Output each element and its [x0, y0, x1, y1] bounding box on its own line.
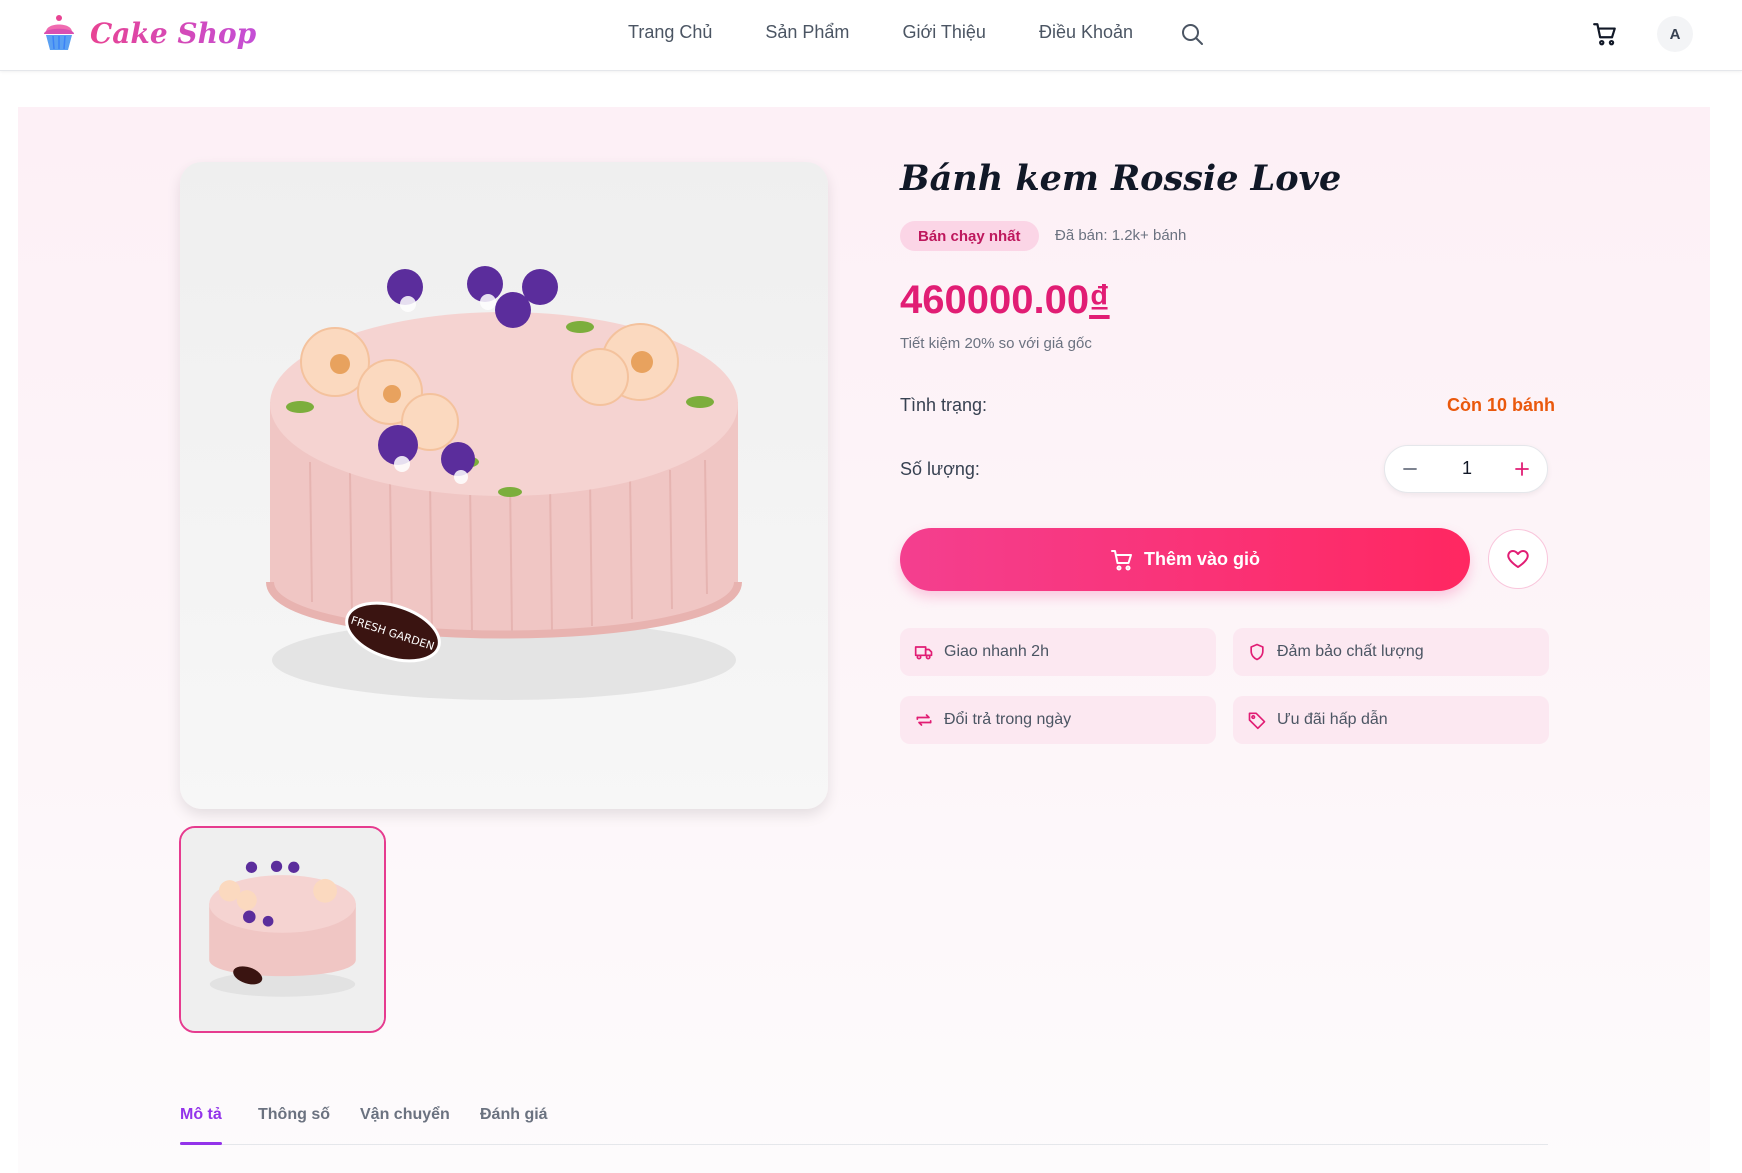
truck-icon: [914, 646, 933, 660]
feature-fast-delivery: Giao nhanh 2h: [900, 628, 1216, 676]
avatar-initial: A: [1669, 25, 1681, 43]
stock-status-value: Còn 10 bánh: [1447, 395, 1556, 415]
quantity-decrease-button[interactable]: [1395, 454, 1425, 484]
add-to-cart-button[interactable]: Thêm vào giỏ: [900, 528, 1470, 591]
feature-offers: Ưu đãi hấp dẫn: [1233, 696, 1549, 744]
tab-shipping[interactable]: Vận chuyển: [360, 1106, 450, 1124]
tab-specs[interactable]: Thông số: [258, 1106, 330, 1124]
cake-illustration: FRESH GARDEN: [266, 266, 742, 700]
tab-reviews[interactable]: Đánh giá: [480, 1106, 548, 1124]
minus-icon: [1403, 468, 1417, 470]
feature-quality: Đảm bảo chất lượng: [1233, 628, 1549, 676]
nav-item-products[interactable]: Sản Phẩm: [765, 22, 849, 43]
quantity-label: Số lượng:: [900, 459, 980, 479]
brand-logo[interactable]: Cake Shop: [42, 14, 256, 52]
nav-item-about[interactable]: Giới Thiệu: [902, 22, 986, 43]
plus-icon: [1515, 462, 1529, 476]
stock-status-label: Tình trạng:: [900, 395, 988, 415]
nav-item-terms[interactable]: Điều Khoản: [1039, 22, 1133, 43]
heart-icon: [1507, 550, 1529, 568]
feature-label: Đổi trả trong ngày: [944, 711, 1072, 728]
price-currency: ₫: [1089, 278, 1110, 322]
product-price: 460000.00₫: [900, 278, 1110, 323]
product-main-image[interactable]: FRESH GARDEN: [180, 162, 828, 809]
feature-label: Ưu đãi hấp dẫn: [1277, 711, 1388, 728]
sold-count: Đã bán: 1.2k+ bánh: [1055, 227, 1187, 244]
product-thumbnail[interactable]: [179, 826, 386, 1033]
favorite-button[interactable]: [1488, 529, 1548, 589]
feature-label: Giao nhanh 2h: [944, 643, 1049, 660]
add-to-cart-label: Thêm vào giỏ: [1143, 549, 1260, 569]
feature-label: Đảm bảo chất lượng: [1277, 643, 1424, 660]
quantity-increase-button[interactable]: [1507, 454, 1537, 484]
quantity-value[interactable]: 1: [1441, 458, 1493, 479]
tab-description[interactable]: Mô tả: [180, 1106, 222, 1124]
price-amount: 460000.00: [900, 278, 1090, 322]
exchange-icon: [916, 714, 932, 726]
active-tab-indicator: [180, 1142, 222, 1145]
shield-icon: [1250, 643, 1264, 661]
top-navbar: Cake Shop Trang Chủ Sản Phẩm Giới Thiệu …: [0, 0, 1742, 71]
cake-thumbnail-illustration: [181, 828, 384, 1031]
search-icon[interactable]: [1180, 22, 1204, 46]
cart-icon[interactable]: [1592, 21, 1618, 47]
tag-icon: [1248, 712, 1266, 730]
main-nav: Trang Chủ Sản Phẩm Giới Thiệu Điều Khoản: [628, 22, 1133, 43]
feature-exchange: Đổi trả trong ngày: [900, 696, 1216, 744]
savings-note: Tiết kiệm 20% so với giá gốc: [900, 335, 1092, 352]
quantity-stepper: 1: [1384, 445, 1548, 493]
cupcake-logo-icon: [44, 15, 74, 50]
brand-name: Cake Shop: [90, 16, 257, 50]
product-title: Bánh kem Rossie Love: [900, 158, 1342, 199]
avatar[interactable]: A: [1657, 16, 1693, 52]
cart-icon: [1110, 549, 1132, 570]
nav-item-home[interactable]: Trang Chủ: [628, 22, 712, 43]
product-tabs: Mô tả Thông số Vận chuyển Đánh giá: [180, 1100, 1548, 1145]
bestseller-badge: Bán chạy nhất: [900, 221, 1039, 251]
